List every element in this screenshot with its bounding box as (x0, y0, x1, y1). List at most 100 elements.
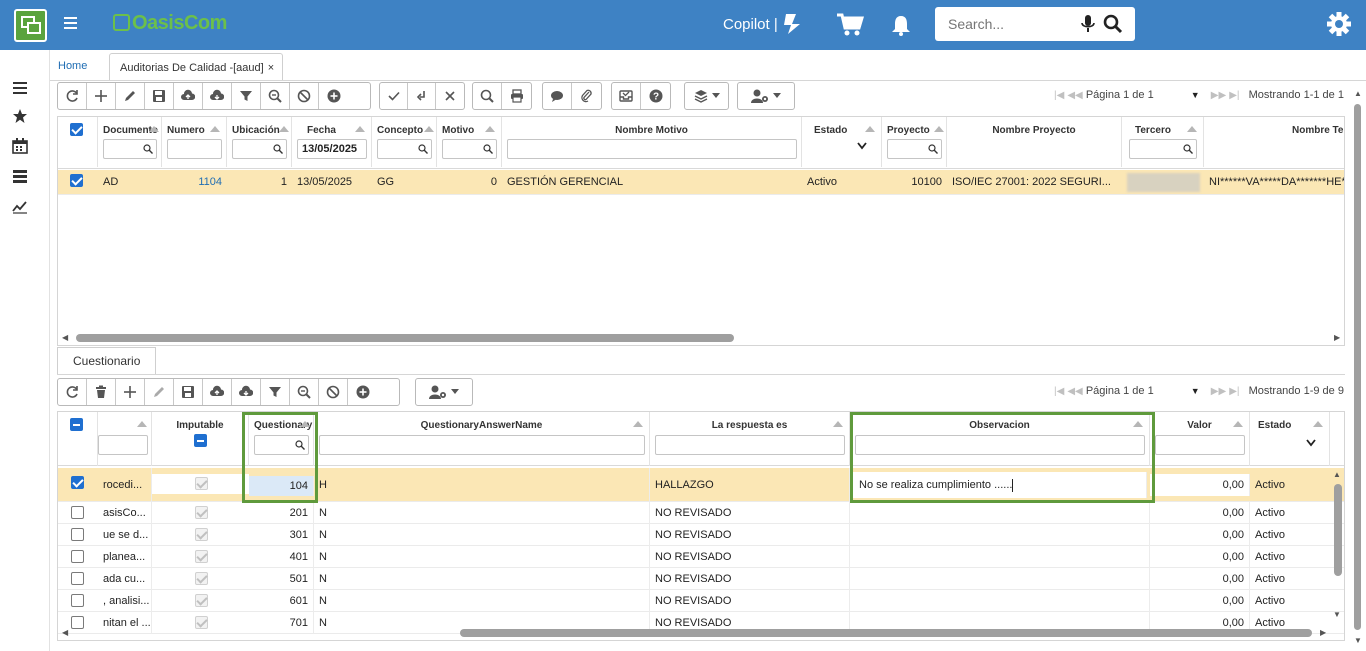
filter-valor[interactable] (1155, 435, 1245, 455)
filter-motivo[interactable] (442, 139, 497, 159)
sub-filter-button[interactable] (261, 379, 290, 405)
cell-questionary[interactable]: 401 (249, 546, 314, 568)
scroll-down-icon[interactable]: ▼ (1333, 610, 1341, 619)
tab-auditorias[interactable]: Auditorias De Calidad -[aaud] × (109, 53, 284, 81)
filter-observacion[interactable] (855, 435, 1145, 455)
cell-observacion[interactable] (850, 568, 1150, 590)
edit-button[interactable] (116, 83, 145, 109)
sub-edit-button[interactable] (145, 379, 174, 405)
cell-observacion[interactable] (850, 502, 1150, 524)
app-logo-icon[interactable] (14, 9, 47, 42)
header-concepto[interactable]: Concepto (372, 117, 437, 167)
filter-fecha[interactable]: 13/05/2025 (297, 139, 367, 159)
first-page-icon[interactable]: |◀ (1054, 90, 1064, 101)
header-respuesta[interactable]: La respuesta es (650, 412, 850, 466)
star-icon[interactable] (12, 108, 28, 124)
first-page-icon[interactable]: |◀ (1054, 386, 1064, 397)
row-checkbox[interactable] (71, 594, 84, 607)
filter-documento[interactable] (103, 139, 157, 159)
refresh-button[interactable] (58, 83, 87, 109)
prev-page-icon[interactable]: ◀◀ (1067, 90, 1082, 101)
header-descripcion[interactable] (98, 412, 152, 466)
attach-button[interactable] (572, 83, 601, 109)
main-grid-hscrollbar[interactable] (76, 334, 734, 342)
select-all-checkbox[interactable] (70, 418, 83, 431)
scroll-left-icon[interactable]: ◀ (62, 333, 68, 342)
server-icon[interactable] (12, 168, 28, 184)
comments-button[interactable] (543, 83, 572, 109)
header-observacion[interactable]: Observacion (850, 412, 1150, 466)
cell-questionary[interactable]: 601 (249, 590, 314, 612)
sub-user-settings-dropdown[interactable] (415, 378, 473, 406)
calendar-icon[interactable] (12, 138, 28, 154)
search-icon[interactable] (1103, 14, 1123, 34)
sub-add-button[interactable] (116, 379, 145, 405)
cell-valor[interactable]: 0,00 (1150, 524, 1250, 546)
sub-delete-button[interactable] (87, 379, 116, 405)
approve-button[interactable] (380, 83, 409, 109)
tab-cuestionario[interactable]: Cuestionario (57, 347, 157, 375)
copilot-label[interactable]: Copilot | (723, 16, 778, 33)
row-checkbox[interactable] (71, 550, 84, 563)
sub-refresh-button[interactable] (58, 379, 87, 405)
prev-page-icon[interactable]: ◀◀ (1067, 386, 1082, 397)
save-button[interactable] (145, 83, 174, 109)
search-button[interactable] (473, 83, 502, 109)
cell-observacion[interactable] (850, 590, 1150, 612)
new-record-button[interactable] (319, 83, 348, 109)
last-page-icon[interactable]: ▶| (1229, 386, 1239, 397)
scroll-up-icon[interactable]: ▲ (1333, 470, 1341, 479)
sub-grid-vscrollbar[interactable] (1334, 484, 1342, 576)
close-button[interactable] (436, 83, 464, 109)
scroll-right-icon[interactable]: ▶ (1334, 333, 1340, 342)
revert-button[interactable] (408, 83, 437, 109)
row-checkbox[interactable] (71, 572, 84, 585)
row-checkbox[interactable] (70, 174, 83, 187)
user-settings-dropdown[interactable] (737, 82, 795, 110)
help-button[interactable]: ? (641, 83, 670, 109)
filter-questionary[interactable] (254, 435, 309, 455)
cell-valor[interactable]: 0,00 (1150, 474, 1250, 496)
upload-button[interactable] (174, 83, 203, 109)
header-ubicacion[interactable]: Ubicación (227, 117, 292, 167)
copilot-icon[interactable] (780, 12, 806, 36)
table-row[interactable]: AD 1104 1 13/05/2025 GG 0 GESTIÓN GERENC… (58, 170, 1344, 195)
page-select-chevron-icon[interactable]: ▼ (1191, 90, 1200, 100)
page-scroll-up-icon[interactable]: ▲ (1354, 89, 1362, 98)
filter-descripcion[interactable] (98, 435, 148, 455)
header-fecha[interactable]: Fecha 13/05/2025 (292, 117, 372, 167)
header-imputable[interactable]: Imputable (152, 412, 249, 466)
cell-valor[interactable]: 0,00 (1150, 590, 1250, 612)
sub-cancel-button[interactable] (319, 379, 348, 405)
layers-dropdown[interactable] (684, 82, 729, 110)
filter-ubicacion[interactable] (232, 139, 287, 159)
page-scroll-down-icon[interactable]: ▼ (1354, 636, 1362, 645)
inbox-button[interactable] (612, 83, 641, 109)
table-row[interactable]: asisCo... 201 N NO REVISADO 0,00 Activo (58, 502, 1344, 524)
chart-line-icon[interactable] (12, 198, 28, 214)
close-tab-icon[interactable]: × (268, 62, 274, 74)
table-row[interactable]: rocedi... 104 H HALLAZGO No se realiza cumpl… (58, 468, 1344, 502)
tab-home[interactable]: Home (58, 60, 87, 72)
imputable-filter-checkbox[interactable] (194, 434, 207, 447)
list-icon[interactable] (12, 80, 28, 96)
row-checkbox[interactable] (71, 506, 84, 519)
cell-numero-link[interactable]: 1104 (162, 170, 227, 195)
download-button[interactable] (203, 83, 232, 109)
microphone-icon[interactable] (1081, 15, 1095, 33)
sub-upload-button[interactable] (203, 379, 232, 405)
sub-zoom-out-button[interactable] (290, 379, 319, 405)
table-row[interactable]: planea... 401 N NO REVISADO 0,00 Activo (58, 546, 1344, 568)
cell-questionary[interactable]: 701 (249, 612, 314, 634)
table-row[interactable]: ue se d... 301 N NO REVISADO 0,00 Activo (58, 524, 1344, 546)
cell-observacion[interactable] (850, 524, 1150, 546)
next-page-icon[interactable]: ▶▶ (1211, 386, 1226, 397)
scroll-left-icon[interactable]: ◀ (62, 628, 68, 637)
sub-grid-hscrollbar[interactable] (460, 629, 1312, 637)
gear-icon[interactable] (1326, 11, 1352, 37)
page-select-chevron-icon[interactable]: ▼ (1191, 386, 1200, 396)
last-page-icon[interactable]: ▶| (1229, 90, 1239, 101)
add-button[interactable] (87, 83, 116, 109)
filter-concepto[interactable] (377, 139, 432, 159)
estado-dropdown-chevron-icon[interactable] (1306, 439, 1316, 447)
